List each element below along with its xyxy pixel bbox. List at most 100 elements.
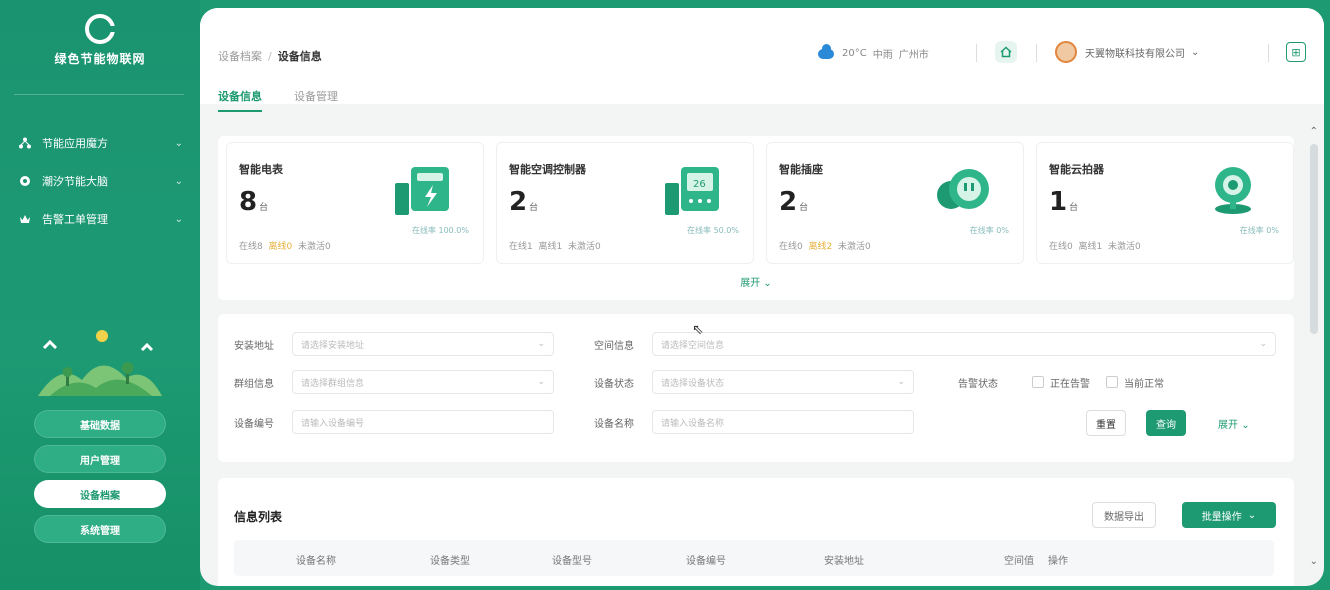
breadcrumb-parent[interactable]: 设备档案	[218, 50, 262, 63]
chevron-down-icon: ⌄	[1259, 339, 1267, 349]
chevron-down-icon: ⌄	[174, 175, 183, 187]
filter-group-info: 群组信息 请选择群组信息 ⌄	[234, 370, 554, 394]
sidebar-item-label: 节能应用魔方	[42, 137, 108, 150]
filter-install-addr: 安装地址 请选择安装地址 ⌄	[234, 332, 554, 356]
group-info-select[interactable]: 请选择群组信息 ⌄	[292, 370, 554, 394]
sidebar-item-label: 告警工单管理	[42, 213, 108, 226]
filter-device-name: 设备名称 请输入设备名称	[594, 410, 914, 434]
stat-footer: 在线0 离线1 未激活0	[1049, 242, 1141, 252]
hills-illustration	[38, 330, 162, 396]
sidebar-divider	[14, 94, 184, 95]
mouse-cursor-icon: ⇖	[692, 322, 704, 338]
chevron-down-icon: ⌄	[1191, 46, 1200, 58]
stat-footer: 在线8 离线0 未激活0	[239, 242, 331, 252]
nav-device-archive[interactable]: 设备档案	[34, 480, 166, 508]
list-panel: 信息列表 数据导出 批量操作 ⌄ 设备名称 设备类型 设备型号 设备编号 安装地址…	[218, 478, 1294, 586]
main-content: 设备档案 / 设备信息 20°C 中雨 广州市 天翼物联科技有限公司 ⌄ ⊞ 设备信…	[200, 8, 1324, 586]
device-no-input[interactable]: 请输入设备编号	[292, 410, 554, 434]
header-divider	[976, 44, 977, 62]
stat-card-ac-controller[interactable]: 智能空调控制器 2台 26 在线率 50.0% 在线1 离线1 未激活0	[496, 142, 754, 264]
sidebar-nav: 基础数据 用户管理 设备档案 系统管理	[34, 410, 166, 550]
stat-footer: 在线1 离线1 未激活0	[509, 242, 601, 252]
filter-device-status: 设备状态 请选择设备状态 ⌄	[594, 370, 914, 394]
filter-panel: 安装地址 请选择安装地址 ⌄ 空间信息 请选择空间信息 ⌄ 群组信息 请选择群组信息…	[218, 314, 1294, 462]
meter-icon	[395, 167, 449, 215]
logo-text: 绿色节能物联网	[54, 52, 146, 66]
stat-card-meter[interactable]: 智能电表 8台 在线率 100.0% 在线8 离线0 未激活0	[226, 142, 484, 264]
batch-action-button[interactable]: 批量操作 ⌄	[1182, 502, 1276, 528]
sidebar-item-energy-app[interactable]: 节能应用魔方 ⌄	[18, 124, 183, 162]
stat-rate: 在线率 0%	[1239, 226, 1279, 235]
nav-basic-data[interactable]: 基础数据	[34, 410, 166, 438]
location-icon	[18, 174, 32, 188]
column-header: 空间值	[1004, 556, 1034, 567]
tab-device-manage[interactable]: 设备管理	[294, 88, 338, 112]
home-button[interactable]	[995, 41, 1017, 63]
alarm-normal-checkbox[interactable]: 当前正常	[1106, 375, 1164, 390]
sidebar-menu: 节能应用魔方 ⌄ 潮汐节能大脑 ⌄ 告警工单管理 ⌄	[18, 124, 183, 238]
network-icon	[18, 136, 32, 150]
stat-footer: 在线0 离线2 未激活0	[779, 242, 871, 252]
reset-button[interactable]: 重置	[1086, 410, 1126, 436]
weather-condition: 中雨	[872, 50, 893, 61]
home-icon	[1000, 46, 1012, 58]
chevron-down-icon: ⌄	[537, 339, 545, 349]
nav-system-management[interactable]: 系统管理	[34, 515, 166, 543]
stat-rate: 在线率 100.0%	[411, 226, 469, 235]
chevron-down-icon: ⌄	[537, 377, 545, 387]
device-name-input[interactable]: 请输入设备名称	[652, 410, 914, 434]
weather-city: 广州市	[898, 50, 929, 61]
stat-card-cloud-camera[interactable]: 智能云拍器 1台 在线率 0% 在线0 离线1 未激活0	[1036, 142, 1294, 264]
chevron-down-icon: ⌄	[1241, 420, 1250, 431]
filter-alarm-status: 告警状态 正在告警 当前正常	[958, 370, 1164, 394]
device-status-select[interactable]: 请选择设备状态 ⌄	[652, 370, 914, 394]
chevron-down-icon[interactable]: ⌄	[1310, 556, 1318, 567]
export-button[interactable]: 数据导出	[1092, 502, 1156, 528]
sidebar-item-alarm-orders[interactable]: 告警工单管理 ⌄	[18, 200, 183, 238]
stat-card-socket[interactable]: 智能插座 2台 在线率 0% 在线0 离线2 未激活0	[766, 142, 1024, 264]
column-header: 设备类型	[430, 556, 470, 567]
stat-name: 智能云拍器	[1049, 163, 1104, 176]
sidebar-item-tide-brain[interactable]: 潮汐节能大脑 ⌄	[18, 162, 183, 200]
filter-device-no: 设备编号 请输入设备编号	[234, 410, 554, 434]
apps-grid-button[interactable]: ⊞	[1286, 42, 1306, 62]
stat-count: 2台	[509, 187, 539, 217]
weather-temp: 20°C	[842, 48, 867, 59]
filter-expand-toggle[interactable]: 展开 ⌄	[1218, 416, 1250, 431]
tabs: 设备信息 设备管理	[218, 88, 370, 112]
stat-name: 智能插座	[779, 163, 823, 176]
stats-expand-toggle[interactable]: 展开 ⌄	[218, 274, 1294, 289]
column-header: 设备型号	[552, 556, 592, 567]
cloud-icon	[818, 43, 834, 59]
stats-panel: 智能电表 8台 在线率 100.0% 在线8 离线0 未激活0 智能空调控制器 …	[218, 136, 1294, 300]
logo-icon	[85, 14, 116, 44]
grid-icon: ⊞	[1291, 45, 1301, 59]
chevron-down-icon: ⌄	[763, 278, 772, 289]
column-header: 设备编号	[686, 556, 726, 567]
tab-device-info[interactable]: 设备信息	[218, 88, 262, 112]
user-menu[interactable]: 天翼物联科技有限公司 ⌄	[1055, 41, 1199, 63]
sidebar-item-label: 潮汐节能大脑	[42, 175, 108, 188]
breadcrumb-current: 设备信息	[277, 50, 322, 63]
install-addr-select[interactable]: 请选择安装地址 ⌄	[292, 332, 554, 356]
nav-user-management[interactable]: 用户管理	[34, 445, 166, 473]
column-header: 安装地址	[824, 556, 864, 567]
list-title: 信息列表	[234, 510, 283, 524]
space-info-select[interactable]: 请选择空间信息 ⌄	[652, 332, 1276, 356]
chevron-down-icon: ⌄	[897, 377, 905, 387]
weather-widget: 20°C 中雨 广州市	[818, 43, 935, 61]
chevron-down-icon: ⌄	[1247, 509, 1257, 521]
socket-icon	[937, 169, 989, 209]
query-button[interactable]: 查询	[1146, 410, 1186, 436]
topbar: 设备档案 / 设备信息 20°C 中雨 广州市 天翼物联科技有限公司 ⌄ ⊞ 设备信…	[200, 8, 1324, 112]
stat-rate: 在线率 0%	[969, 226, 1009, 235]
header-divider	[1268, 44, 1269, 62]
scrollbar[interactable]	[1310, 144, 1318, 334]
header-divider	[1036, 44, 1037, 62]
chevron-up-icon[interactable]: ⌃	[1310, 126, 1318, 137]
stat-count: 2台	[779, 187, 809, 217]
chevron-down-icon: ⌄	[174, 213, 183, 225]
table-header: 设备名称 设备类型 设备型号 设备编号 安装地址 空间值 操作	[234, 540, 1274, 576]
breadcrumb: 设备档案 / 设备信息	[218, 50, 322, 63]
alarm-active-checkbox[interactable]: 正在告警	[1032, 375, 1090, 390]
